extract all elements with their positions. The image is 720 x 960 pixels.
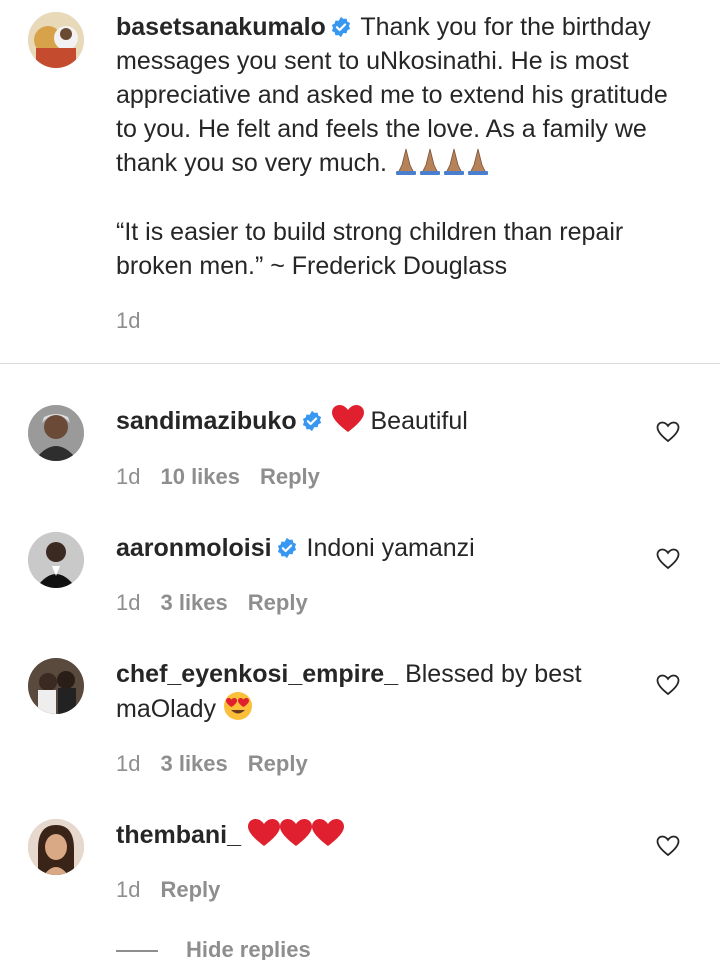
comment-text: aaronmoloisi Indoni yamanzi [116, 531, 688, 565]
avatar[interactable] [28, 658, 84, 714]
comment-username[interactable]: chef_eyenkosi_empire_ [116, 660, 398, 688]
caption-username[interactable]: basetsanakumalo [116, 13, 326, 41]
like-heart-icon[interactable] [656, 547, 680, 571]
reply-button[interactable]: Reply [248, 590, 308, 615]
reply-button[interactable]: Reply [260, 464, 320, 489]
comment-username[interactable]: thembani_ [116, 821, 241, 849]
comment-meta: 1d 3 likes Reply [116, 590, 328, 616]
caption-quote: “It is easier to build strong children t… [116, 218, 624, 280]
hide-replies-line [116, 950, 158, 952]
divider [0, 363, 720, 364]
comment-time[interactable]: 1d [116, 590, 140, 615]
like-heart-icon[interactable] [656, 420, 680, 444]
comment-likes[interactable]: 3 likes [160, 590, 227, 615]
verified-icon [301, 410, 323, 432]
avatar-image [28, 405, 84, 461]
comment-meta: 1d 3 likes Reply [116, 751, 328, 777]
verified-icon [276, 537, 298, 559]
avatar-image [28, 819, 84, 875]
comment-message: Beautiful [370, 407, 468, 435]
heart-eyes-icon [223, 691, 253, 721]
avatar-image [28, 658, 84, 714]
comment-time[interactable]: 1d [116, 464, 140, 489]
comment-likes[interactable]: 10 likes [160, 464, 240, 489]
comment-time[interactable]: 1d [116, 877, 140, 902]
red-heart-icon [247, 819, 344, 847]
comment-text: chef_eyenkosi_empire_ Blessed by best ma… [116, 657, 688, 726]
avatar[interactable] [28, 12, 84, 68]
comment-meta: 1d Reply [116, 877, 240, 903]
avatar-image [28, 12, 84, 68]
comment-likes[interactable]: 3 likes [160, 751, 227, 776]
verified-icon [330, 16, 352, 38]
caption-meta: 1d [116, 308, 160, 334]
like-heart-icon[interactable] [656, 673, 680, 697]
praying-hands-icon [394, 147, 490, 175]
reply-button[interactable]: Reply [160, 877, 220, 902]
caption-block: basetsanakumalo Thank you for the birthd… [0, 0, 720, 364]
comment-text: sandimazibuko Beautiful [116, 404, 688, 438]
comment-username[interactable]: sandimazibuko [116, 407, 297, 435]
avatar[interactable] [28, 405, 84, 461]
reply-button[interactable]: Reply [248, 751, 308, 776]
red-heart-icon [331, 405, 364, 433]
like-heart-icon[interactable] [656, 834, 680, 858]
caption-time[interactable]: 1d [116, 308, 140, 333]
hide-replies-button[interactable]: Hide replies [186, 937, 311, 960]
comment-username[interactable]: aaronmoloisi [116, 534, 272, 562]
avatar-image [28, 532, 84, 588]
comment-meta: 1d 10 likes Reply [116, 464, 340, 490]
avatar[interactable] [28, 819, 84, 875]
comment-time[interactable]: 1d [116, 751, 140, 776]
caption-text: basetsanakumalo Thank you for the birthd… [116, 10, 688, 180]
comment-text: thembani_ [116, 818, 688, 852]
comment-message: Indoni yamanzi [306, 534, 475, 562]
avatar[interactable] [28, 532, 84, 588]
